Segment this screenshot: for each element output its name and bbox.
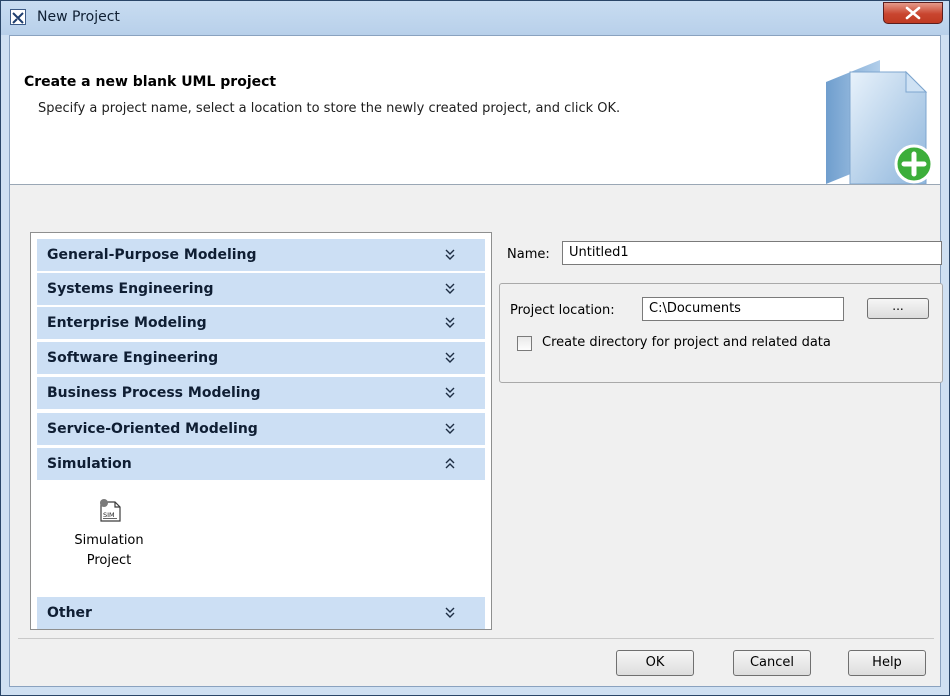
header-panel: Create a new blank UML project Specify a… — [10, 36, 940, 185]
chevron-down-icon — [445, 249, 455, 260]
ok-button[interactable]: OK — [616, 650, 694, 676]
header-title: Create a new blank UML project — [24, 74, 277, 90]
category-service-oriented-modeling[interactable]: Service-Oriented Modeling — [37, 413, 485, 446]
dialog-content: Create a new blank UML project Specify a… — [9, 35, 943, 687]
project-location-label: Project location: — [510, 303, 615, 318]
name-label: Name: — [507, 247, 550, 262]
create-directory-checkbox[interactable] — [517, 336, 532, 351]
close-button[interactable] — [883, 2, 943, 24]
chevron-up-icon — [445, 458, 455, 469]
category-label: Service-Oriented Modeling — [47, 421, 258, 437]
sim-project-icon: SIM — [100, 499, 121, 522]
category-other[interactable]: Other — [37, 597, 485, 629]
category-label: Software Engineering — [47, 350, 219, 366]
category-label: Systems Engineering — [47, 281, 214, 297]
create-directory-label[interactable]: Create directory for project and related… — [542, 335, 831, 350]
chevron-down-icon — [445, 317, 455, 328]
project-category-panel: General-Purpose Modeling Systems Enginee… — [30, 232, 492, 630]
window-title: New Project — [37, 9, 120, 25]
label-line-1: Simulation — [74, 533, 144, 548]
category-label: Business Process Modeling — [47, 385, 261, 401]
category-business-process-modeling[interactable]: Business Process Modeling — [37, 377, 485, 410]
browse-button[interactable]: ... — [867, 298, 929, 319]
chevron-down-icon — [445, 607, 455, 618]
chevron-down-icon — [445, 283, 455, 294]
title-bar[interactable]: New Project — [1, 1, 949, 35]
app-icon — [10, 9, 26, 25]
simulation-project-label: Simulation Project — [59, 531, 159, 571]
simulation-project-item[interactable]: SIM Simulation Project — [59, 493, 159, 589]
project-name-input[interactable]: Untitled1 — [562, 241, 942, 265]
simulation-projects-list: SIM Simulation Project — [37, 485, 485, 597]
category-software-engineering[interactable]: Software Engineering — [37, 342, 485, 375]
category-systems-engineering[interactable]: Systems Engineering — [37, 273, 485, 306]
label-line-2: Project — [86, 553, 132, 568]
project-location-group: Project location: C:\Documents ... Creat… — [499, 283, 943, 383]
category-label: Simulation — [47, 456, 132, 472]
close-icon — [905, 6, 921, 20]
sim-icon-label: SIM — [103, 511, 115, 519]
new-project-illustration-icon — [826, 60, 934, 184]
chevron-down-icon — [445, 423, 455, 434]
category-general-purpose-modeling[interactable]: General-Purpose Modeling — [37, 239, 485, 272]
header-description: Specify a project name, select a locatio… — [38, 101, 621, 116]
project-location-input[interactable]: C:\Documents — [642, 297, 844, 321]
chevron-down-icon — [445, 387, 455, 398]
category-simulation[interactable]: Simulation — [37, 448, 485, 481]
button-separator — [18, 638, 934, 639]
category-label: Enterprise Modeling — [47, 315, 207, 331]
new-project-dialog: New Project Create a new blank UML proje… — [0, 0, 950, 696]
category-label: Other — [47, 605, 92, 621]
cancel-button[interactable]: Cancel — [733, 650, 811, 676]
category-label: General-Purpose Modeling — [47, 247, 257, 263]
help-button[interactable]: Help — [848, 650, 926, 676]
chevron-down-icon — [445, 352, 455, 363]
category-enterprise-modeling[interactable]: Enterprise Modeling — [37, 307, 485, 340]
